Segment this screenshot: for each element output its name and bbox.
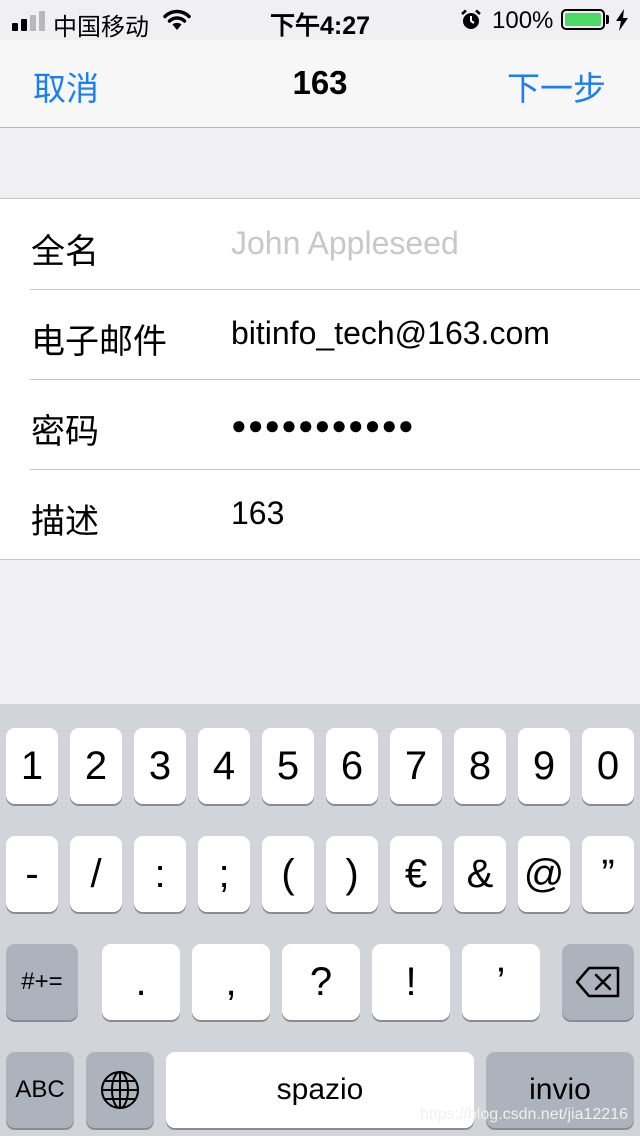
symbols-key[interactable]: #+=	[6, 944, 78, 1020]
key-5[interactable]: 5	[262, 728, 314, 804]
form-row-password[interactable]: 密码 ●●●●●●●●●●●	[0, 379, 640, 469]
key-0[interactable]: 0	[582, 728, 634, 804]
key-comma[interactable]: ,	[192, 944, 270, 1020]
charging-bolt-icon	[616, 9, 628, 31]
email-label: 电子邮件	[31, 323, 167, 361]
password-label: 密码	[31, 413, 99, 451]
battery-tip	[606, 15, 609, 24]
abc-key[interactable]: ABC	[6, 1052, 74, 1128]
key-7[interactable]: 7	[390, 728, 442, 804]
key-quote[interactable]: ”	[582, 836, 634, 912]
key-4[interactable]: 4	[198, 728, 250, 804]
key-at[interactable]: @	[518, 836, 570, 912]
navigation-bar: 取消 163 下一步	[0, 40, 640, 128]
key-6[interactable]: 6	[326, 728, 378, 804]
key-period[interactable]: .	[102, 944, 180, 1020]
full-name-input[interactable]: John Appleseed	[231, 225, 459, 262]
key-9[interactable]: 9	[518, 728, 570, 804]
key-euro[interactable]: €	[390, 836, 442, 912]
key-open-paren[interactable]: (	[262, 836, 314, 912]
password-field[interactable]: ●●●●●●●●●●●	[231, 410, 415, 441]
key-hyphen[interactable]: -	[6, 836, 58, 912]
email-field[interactable]: bitinfo_tech@163.com	[231, 315, 550, 352]
key-apostrophe[interactable]: ’	[462, 944, 540, 1020]
key-semicolon[interactable]: ;	[198, 836, 250, 912]
backspace-icon	[575, 966, 620, 998]
keyboard: 1 2 3 4 5 6 7 8 9 0 - / : ; ( ) € & @ ” …	[0, 704, 640, 1136]
description-field[interactable]: 163	[231, 495, 284, 532]
key-1[interactable]: 1	[6, 728, 58, 804]
status-bar: 中国移动 下午4:27 100%	[0, 0, 640, 41]
alarm-icon	[461, 9, 481, 29]
key-slash[interactable]: /	[70, 836, 122, 912]
full-name-label: 全名	[31, 233, 99, 271]
description-label: 描述	[31, 503, 99, 541]
watermark: https://blog.csdn.net/jia12216	[419, 1106, 628, 1123]
key-question[interactable]: ?	[282, 944, 360, 1020]
form-row-email[interactable]: 电子邮件 bitinfo_tech@163.com	[0, 289, 640, 379]
form-row-full-name[interactable]: 全名 John Appleseed	[0, 199, 640, 289]
battery-icon	[561, 9, 605, 30]
key-exclamation[interactable]: !	[372, 944, 450, 1020]
key-close-paren[interactable]: )	[326, 836, 378, 912]
globe-key[interactable]	[86, 1052, 154, 1128]
key-colon[interactable]: :	[134, 836, 186, 912]
form-row-description[interactable]: 描述 163	[0, 469, 640, 559]
battery-percent: 100%	[492, 7, 554, 34]
key-8[interactable]: 8	[454, 728, 506, 804]
key-ampersand[interactable]: &	[454, 836, 506, 912]
account-form: 全名 John Appleseed 电子邮件 bitinfo_tech@163.…	[0, 198, 640, 560]
next-button[interactable]: 下一步	[507, 62, 606, 110]
key-3[interactable]: 3	[134, 728, 186, 804]
backspace-key[interactable]	[562, 944, 634, 1020]
key-2[interactable]: 2	[70, 728, 122, 804]
globe-icon	[101, 1071, 139, 1109]
